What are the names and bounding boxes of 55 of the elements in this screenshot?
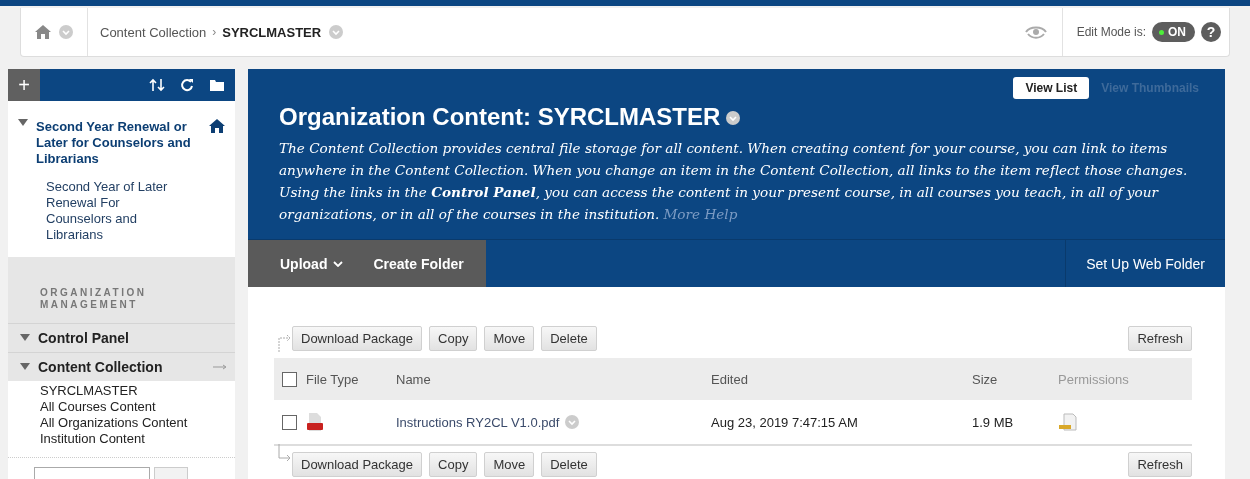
course-link[interactable]: Second Year of Later Renewal For Counselors and Librarians	[46, 179, 185, 243]
row-checkbox[interactable]	[282, 414, 297, 430]
column-header: Permissions	[1058, 371, 1129, 387]
select-all-checkbox[interactable]	[282, 371, 297, 387]
column-header: Name	[396, 371, 431, 387]
expand-triangle-icon[interactable]	[18, 119, 28, 127]
home-icon[interactable]	[35, 25, 51, 39]
menu-item[interactable]: Institution Content	[8, 431, 235, 447]
column-header: Edited	[711, 371, 748, 387]
page-title: Organization Content: SYRCLMASTER	[279, 103, 721, 131]
menu-header[interactable]: Control Panel	[8, 323, 235, 352]
refresh-button[interactable]: Refresh	[1128, 325, 1192, 351]
folder-icon[interactable]	[209, 78, 225, 92]
toolbar-button[interactable]: Download Package	[292, 325, 423, 351]
table-cell: Aug 23, 2019 7:47:15 AM	[711, 414, 858, 430]
file-name-link[interactable]: Instructions RY2CL V1.0.pdf	[396, 414, 560, 430]
action-button[interactable]: Create Folder	[361, 240, 476, 287]
breadcrumb-link[interactable]: Content Collection	[100, 24, 207, 40]
expand-triangle-icon[interactable]	[20, 363, 30, 371]
expand-triangle-icon[interactable]	[20, 334, 30, 342]
action-button[interactable]: Upload	[268, 240, 356, 287]
menu-item[interactable]: SYRCLMASTER	[8, 383, 235, 399]
edit-mode-label: Edit Mode is:	[1076, 25, 1146, 39]
caret-icon	[333, 260, 344, 267]
pdf-file-icon	[306, 412, 324, 432]
add-button[interactable]: +	[8, 69, 40, 101]
home-icon	[209, 119, 225, 133]
refresh-icon[interactable]	[179, 78, 195, 92]
corner-arrow-icon	[278, 444, 292, 464]
breadcrumb-separator: ›	[212, 25, 217, 39]
toolbar-button[interactable]: Delete	[541, 451, 597, 477]
toolbar-button[interactable]: Delete	[541, 325, 597, 351]
course-title-link[interactable]: Second Year Renewal or Later for Counselors and Librarians	[36, 119, 201, 167]
toolbar-button[interactable]: Copy	[429, 451, 478, 477]
chevron-icon[interactable]	[726, 111, 741, 125]
section-label: ORGANIZATION MANAGEMENT	[39, 287, 148, 312]
edit-mode-toggle[interactable]: ON	[1152, 22, 1195, 42]
corner-arrow-icon	[278, 332, 292, 352]
toolbar-button[interactable]: Move	[484, 325, 535, 351]
table-cell: 1.9 MB	[972, 414, 1014, 430]
refresh-button[interactable]: Refresh	[1128, 451, 1192, 477]
sort-icon[interactable]	[149, 78, 165, 92]
view-tab[interactable]: View List	[1013, 77, 1090, 99]
menu-item[interactable]: All Organizations Content	[8, 415, 235, 431]
breadcrumb-link[interactable]: SYRCLMASTER	[222, 24, 322, 40]
column-header: Size	[972, 371, 998, 387]
arrow-icon	[213, 364, 227, 370]
description-text: The Content Collection provides central file storage for all content. When creating content for your course, you can link to items anywhere in the Content Collection. When you change an item in the Content Collection, all links to the item reflect those changes. Using the links in the Control Panel, you can access the content in your present course, in all courses you teach, in all of your organizations, or in all of the courses in the institution. More Help	[279, 139, 1189, 224]
toolbar-button[interactable]: Download Package	[292, 451, 423, 477]
menu-item[interactable]: All Courses Content	[8, 399, 235, 415]
toolbar-button[interactable]: Copy	[429, 325, 478, 351]
help-button[interactable]: ?	[1201, 22, 1221, 42]
toolbar-button[interactable]: Move	[484, 451, 535, 477]
column-header: File Type	[306, 371, 359, 387]
menu-header[interactable]: Content Collection	[8, 352, 235, 381]
